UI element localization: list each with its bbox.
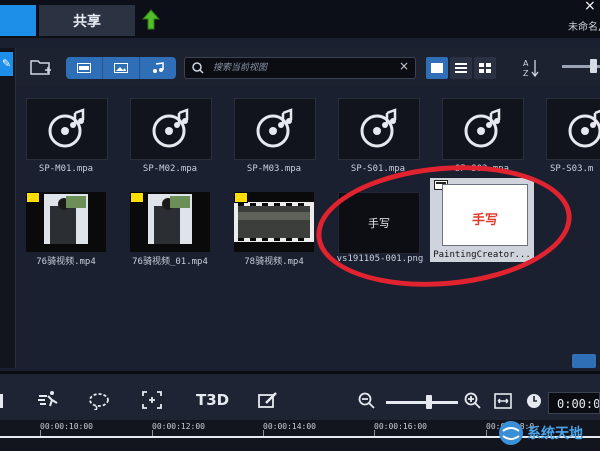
library-toolbar: × A Z <box>16 48 600 86</box>
watermark-logo: 系统天地 <box>493 417 600 451</box>
video-filter-icon <box>77 63 91 73</box>
filter-photo-button[interactable] <box>103 57 140 79</box>
library-item-label: 76骑视频.mp4 <box>36 257 96 267</box>
audio-disc-icon <box>360 108 397 148</box>
library-item-audio[interactable] <box>338 98 420 160</box>
timeline-zoom-slider[interactable] <box>386 395 458 409</box>
filter-video-button[interactable] <box>66 57 103 79</box>
ruler-label: 00:00:16:00 <box>374 422 427 431</box>
svg-text:Z: Z <box>523 69 529 78</box>
zoom-in-icon[interactable] <box>464 392 482 410</box>
library-item-label: SP-S03.m <box>550 164 594 174</box>
audio-disc-icon <box>464 108 501 148</box>
project-name: 未命名, <box>568 22 600 33</box>
upload-arrow-icon[interactable] <box>142 9 160 31</box>
search-icon <box>192 62 204 74</box>
watermark-text: 系统天地 <box>527 426 583 442</box>
title-3d-icon[interactable]: T3D <box>196 391 229 409</box>
library-item-label: SP-M02.mpa <box>142 164 198 174</box>
library-item-label: SP-M01.mpa <box>38 164 94 174</box>
library-options-button[interactable] <box>572 354 596 368</box>
view-mode-group <box>426 57 496 79</box>
clear-search-icon[interactable]: × <box>399 59 409 73</box>
thumbnail-size-slider-knob[interactable] <box>590 59 597 73</box>
watermark-globe-icon <box>499 421 523 445</box>
paint-edit-icon[interactable] <box>258 391 278 409</box>
video-badge-icon <box>130 192 144 203</box>
close-icon[interactable]: × <box>584 0 596 14</box>
ruler-label: 00:00:12:00 <box>152 422 205 431</box>
grid-view-icon <box>479 63 491 73</box>
timeline-toolbar: T3D 0:00:0 <box>0 374 600 420</box>
audio-disc-icon <box>48 108 85 148</box>
tab-share[interactable]: 共享 <box>39 5 135 36</box>
library-item-label: 78骑视频.mp4 <box>244 257 304 267</box>
audio-disc-icon <box>256 108 293 148</box>
search-input[interactable] <box>211 59 395 77</box>
library-item-audio[interactable] <box>234 98 316 160</box>
view-grid-button[interactable] <box>474 57 496 79</box>
svg-text:A: A <box>523 59 529 68</box>
photo-filter-icon <box>114 63 128 73</box>
top-bar: 共享 未命名, × <box>0 0 600 38</box>
timeline-edge-icon <box>0 394 3 408</box>
pin-icon[interactable]: ✎ <box>0 52 13 76</box>
library-item-label: SP-M03.mpa <box>246 164 302 174</box>
mask-lasso-icon[interactable] <box>88 392 110 410</box>
audio-disc-icon <box>568 109 600 148</box>
track-motion-icon[interactable] <box>142 391 162 409</box>
view-thumbnail-button[interactable] <box>426 57 448 79</box>
list-view-icon <box>455 63 467 73</box>
library-item-audio[interactable] <box>26 98 108 160</box>
sort-az-icon[interactable]: A Z <box>522 57 540 79</box>
motion-path-icon[interactable] <box>36 390 60 410</box>
tab-edit[interactable] <box>0 5 36 36</box>
library-item-audio[interactable] <box>546 98 600 160</box>
zoom-out-icon[interactable] <box>358 392 376 410</box>
audio-disc-icon <box>152 108 189 148</box>
library-item-label: 76骑视频_01.mp4 <box>132 257 208 267</box>
media-filter-group <box>66 57 186 79</box>
video-badge-icon <box>234 192 248 203</box>
search-box[interactable]: × <box>184 57 416 79</box>
ruler-label: 00:00:14:00 <box>263 422 316 431</box>
add-folder-icon[interactable] <box>30 57 52 77</box>
filter-audio-button[interactable] <box>140 57 176 79</box>
timeline-zoom-knob[interactable] <box>426 395 432 409</box>
clock-icon[interactable] <box>526 393 542 409</box>
thumbnail-view-icon <box>431 63 443 73</box>
view-list-button[interactable] <box>450 57 472 79</box>
audio-filter-icon <box>153 62 164 73</box>
library-item-audio[interactable] <box>130 98 212 160</box>
thumbnail-size-slider[interactable] <box>562 59 600 73</box>
timecode-display[interactable]: 0:00:0 <box>548 392 600 414</box>
ruler-label: 00:00:10:00 <box>40 422 93 431</box>
library-item-audio[interactable] <box>442 98 524 160</box>
video-badge-icon <box>26 192 40 203</box>
fit-timeline-icon[interactable] <box>494 393 512 409</box>
left-panel-strip <box>0 48 16 368</box>
